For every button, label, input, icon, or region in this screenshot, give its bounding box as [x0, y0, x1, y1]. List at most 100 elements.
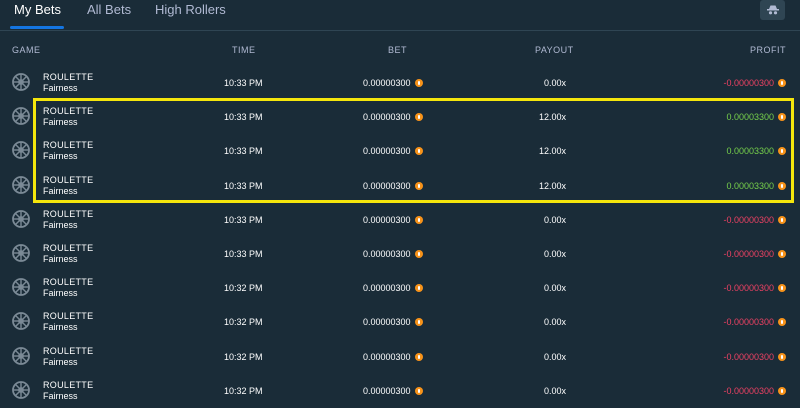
- payout-multiplier: 12.00x: [538, 180, 566, 191]
- game-name: ROULETTE: [43, 208, 94, 219]
- bitcoin-icon: [778, 318, 786, 327]
- fairness-label: Fairness: [43, 117, 78, 128]
- game-name-link[interactable]: ROULETTE Fairness: [43, 311, 93, 333]
- roulette-icon: [12, 73, 30, 91]
- fairness-label: Fairness: [43, 151, 78, 162]
- bitcoin-icon: [778, 113, 786, 122]
- bitcoin-icon: [778, 181, 786, 190]
- game-name: ROULETTE: [43, 174, 94, 185]
- table-row: ROULETTE Fairness 10:33 PM 0.00000300 0.…: [0, 237, 800, 271]
- fairness-label: Fairness: [43, 185, 78, 196]
- fairness-label: Fairness: [43, 390, 78, 401]
- profit-amount: -0.00000300: [723, 249, 786, 259]
- bet-amount: 0.00000300: [363, 215, 423, 225]
- bet-amount-value: 0.00000300: [363, 146, 411, 157]
- bitcoin-icon: [778, 352, 786, 361]
- table-row: ROULETTE Fairness 10:32 PM 0.00000300 0.…: [0, 340, 800, 374]
- header-game: GAME: [12, 45, 41, 55]
- payout-multiplier: 0.00x: [543, 283, 566, 294]
- table-row: ROULETTE Fairness 10:33 PM 0.00000300 12…: [0, 134, 800, 168]
- fairness-label: Fairness: [43, 322, 78, 333]
- game-name-link[interactable]: ROULETTE Fairness: [43, 277, 93, 299]
- profit-value: -0.00000300: [723, 214, 774, 225]
- incognito-toggle-button[interactable]: [760, 0, 785, 20]
- header-bet: BET: [388, 45, 408, 55]
- game-name: ROULETTE: [43, 311, 94, 322]
- profit-value: 0.00003300: [726, 112, 774, 123]
- tab-high-rollers[interactable]: High Rollers: [155, 2, 226, 17]
- profit-amount: 0.00003300: [726, 181, 786, 191]
- tab-my-bets[interactable]: My Bets: [14, 2, 61, 17]
- bet-amount-value: 0.00000300: [363, 249, 411, 259]
- bet-time: 10:33 PM: [224, 112, 263, 123]
- tab-all-bets[interactable]: All Bets: [87, 2, 131, 17]
- bet-amount-value: 0.00000300: [363, 214, 411, 225]
- header-time: TIME: [232, 45, 256, 55]
- bitcoin-icon: [414, 181, 423, 190]
- bet-amount: 0.00000300: [363, 181, 423, 191]
- profit-value: -0.00000300: [723, 249, 774, 259]
- profit-amount: -0.00000300: [723, 78, 786, 88]
- game-name: ROULETTE: [43, 277, 94, 288]
- game-name-link[interactable]: ROULETTE Fairness: [43, 380, 93, 402]
- game-name: ROULETTE: [43, 243, 94, 253]
- roulette-icon: [12, 107, 30, 126]
- game-name: ROULETTE: [43, 140, 94, 151]
- bet-amount: 0.00000300: [363, 146, 423, 156]
- bitcoin-icon: [414, 79, 423, 87]
- game-name: ROULETTE: [43, 345, 94, 356]
- bet-amount: 0.00000300: [363, 317, 423, 327]
- table-row: ROULETTE Fairness 10:32 PM 0.00000300 0.…: [0, 271, 800, 305]
- profit-amount: -0.00000300: [723, 215, 786, 225]
- roulette-icon: [12, 346, 30, 365]
- bet-amount: 0.00000300: [363, 249, 423, 259]
- fairness-label: Fairness: [43, 356, 78, 367]
- profit-value: 0.00003300: [726, 180, 774, 191]
- bitcoin-icon: [778, 215, 786, 224]
- bet-amount-value: 0.00000300: [363, 283, 411, 294]
- roulette-icon: [12, 209, 30, 228]
- profit-value: -0.00000300: [723, 385, 774, 396]
- table-row: ROULETTE Fairness 10:32 PM 0.00000300 0.…: [0, 305, 800, 339]
- bitcoin-icon: [778, 284, 786, 293]
- table-row: ROULETTE Fairness 10:33 PM 0.00000300 12…: [0, 100, 800, 134]
- bitcoin-icon: [414, 250, 423, 258]
- payout-multiplier: 12.00x: [538, 112, 566, 123]
- table-row: ROULETTE Fairness 10:33 PM 0.00000300 0.…: [0, 66, 800, 100]
- bitcoin-icon: [778, 250, 786, 258]
- roulette-icon: [12, 380, 30, 399]
- game-name-link[interactable]: ROULETTE Fairness: [43, 140, 93, 162]
- bet-time: 10:32 PM: [224, 385, 263, 396]
- game-name-link[interactable]: ROULETTE Fairness: [43, 175, 93, 197]
- profit-amount: -0.00000300: [723, 386, 786, 396]
- payout-multiplier: 0.00x: [543, 249, 566, 259]
- game-name-link[interactable]: ROULETTE Fairness: [43, 243, 93, 265]
- profit-amount: 0.00003300: [726, 112, 786, 122]
- bitcoin-icon: [414, 352, 423, 361]
- game-name: ROULETTE: [43, 72, 94, 82]
- header-payout: PAYOUT: [535, 45, 574, 55]
- bet-amount: 0.00000300: [363, 283, 423, 293]
- game-name-link[interactable]: ROULETTE Fairness: [43, 209, 93, 231]
- game-name-link[interactable]: ROULETTE Fairness: [43, 106, 93, 128]
- header-profit: PROFIT: [750, 45, 786, 55]
- bet-amount: 0.00000300: [363, 112, 423, 122]
- roulette-icon: [12, 141, 30, 160]
- profit-amount: -0.00000300: [723, 283, 786, 293]
- roulette-icon: [12, 175, 30, 194]
- roulette-icon: [12, 278, 30, 297]
- profit-value: 0.00003300: [726, 146, 774, 157]
- profit-amount: -0.00000300: [723, 352, 786, 362]
- bitcoin-icon: [414, 147, 423, 156]
- game-name-link[interactable]: ROULETTE Fairness: [43, 346, 93, 368]
- fairness-label: Fairness: [43, 83, 78, 93]
- bitcoin-icon: [414, 113, 423, 122]
- incognito-icon: [766, 5, 779, 15]
- bet-time: 10:33 PM: [224, 146, 263, 157]
- bet-time: 10:33 PM: [224, 180, 263, 191]
- bitcoin-icon: [414, 284, 423, 293]
- bitcoin-icon: [414, 318, 423, 327]
- game-name-link[interactable]: ROULETTE Fairness: [43, 72, 93, 94]
- profit-value: -0.00000300: [723, 283, 774, 294]
- bet-time: 10:33 PM: [224, 249, 263, 259]
